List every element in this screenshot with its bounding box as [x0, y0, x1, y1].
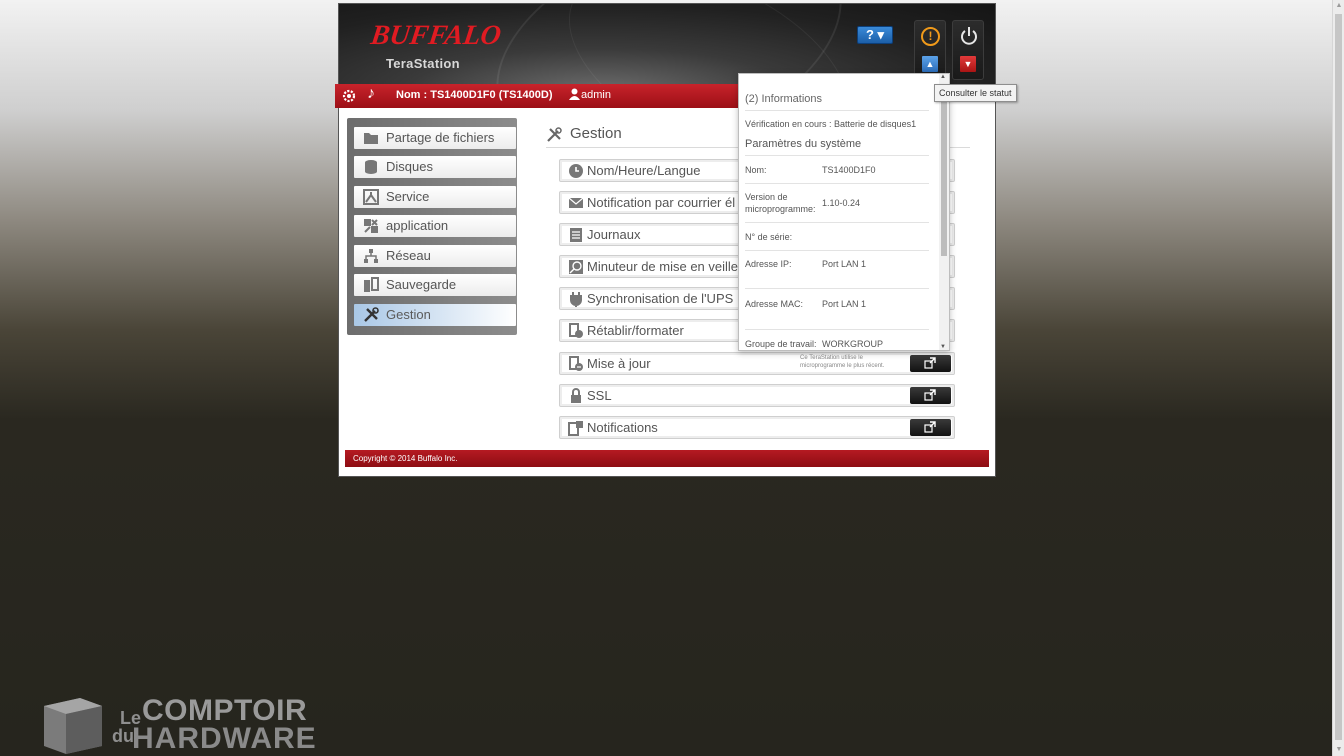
- info-key-mac: Adresse MAC:: [745, 299, 804, 309]
- top-bar: ♪ Nom : TS1400D1F0 (TS1400D) admin: [335, 84, 755, 108]
- menu-item-label: Synchronisation de l'UPS: [587, 291, 734, 306]
- sidebar-item-service[interactable]: Service: [354, 186, 516, 208]
- menu-item-label: Notifications: [587, 420, 658, 435]
- page-scrollbar[interactable]: ▲ ▼: [1332, 0, 1344, 756]
- music-note-icon[interactable]: ♪: [367, 85, 375, 103]
- info-key-workgroup: Groupe de travail:: [745, 339, 817, 349]
- device-name: Nom : TS1400D1F0 (TS1400D): [396, 89, 553, 101]
- sidebar-item-label: Service: [386, 189, 430, 204]
- sidebar-item-label: Disques: [386, 159, 433, 174]
- menu-item-label: Notification par courrier él: [587, 195, 736, 210]
- sidebar-item-label: Gestion: [386, 307, 431, 322]
- lock-icon: [571, 388, 581, 403]
- sleep-timer-icon: [569, 260, 583, 274]
- scroll-down-arrow[interactable]: ▼: [1335, 746, 1343, 754]
- sidebar-item-application[interactable]: application: [354, 215, 516, 237]
- external-link-icon: [924, 389, 936, 401]
- notification-icon: [568, 421, 583, 436]
- header: BUFFALO TeraStation ? ▾ ! ▲ ▼: [339, 4, 995, 84]
- sidebar-item-network[interactable]: Réseau: [354, 245, 516, 267]
- info-key-serial: N° de série:: [745, 232, 793, 242]
- network-icon: [364, 249, 378, 263]
- popup-scroll-up[interactable]: ▲: [940, 74, 946, 80]
- user-menu[interactable]: admin: [569, 88, 611, 101]
- settings-gear-icon[interactable]: [341, 88, 357, 104]
- menu-item-label: Mise à jour: [587, 356, 651, 371]
- scroll-up-arrow[interactable]: ▲: [1335, 2, 1343, 10]
- sidebar-item-management[interactable]: Gestion: [354, 304, 516, 326]
- update-icon: [569, 356, 583, 371]
- brand-logo: BUFFALO: [368, 20, 503, 51]
- menu-item-label: SSL: [587, 388, 612, 403]
- menu-item-label: Minuteur de mise en veille: [587, 259, 739, 274]
- cube-logo-icon: [44, 698, 102, 754]
- user-name: admin: [581, 89, 611, 101]
- info-value-workgroup: WORKGROUP: [822, 339, 884, 349]
- application-icon: [364, 219, 378, 233]
- folder-icon: [364, 133, 378, 144]
- log-icon: [570, 228, 582, 242]
- menu-item-update[interactable]: Mise à jour Ce TeraStation utilise le mi…: [559, 352, 955, 375]
- sidebar-item-file-sharing[interactable]: Partage de fichiers: [354, 127, 516, 149]
- popup-heading: (2) Informations: [745, 93, 823, 105]
- external-link-icon: [924, 357, 936, 369]
- sidebar-item-label: Sauvegarde: [386, 277, 457, 292]
- page-title-text: Gestion: [570, 125, 622, 142]
- plug-icon: [570, 292, 582, 307]
- status-up-button[interactable]: ▲: [922, 56, 938, 72]
- watermark-hardware: HARDWARE: [132, 722, 317, 755]
- popup-scroll-thumb[interactable]: [941, 86, 947, 256]
- popup-scrollbar[interactable]: ▲ ▼: [939, 74, 949, 350]
- sidebar-item-label: Réseau: [386, 248, 431, 263]
- update-status-note: Ce TeraStation utilise le microprogramme…: [800, 355, 885, 369]
- tools-icon: [364, 307, 379, 322]
- service-icon: [363, 189, 379, 205]
- restore-icon: [569, 323, 583, 338]
- info-key-name: Nom:: [745, 165, 767, 175]
- sidebar: Partage de fichiers Disques Service appl…: [347, 118, 517, 335]
- watermark-du: du: [112, 726, 134, 746]
- popup-check-status: Vérification en cours : Batterie de disq…: [745, 119, 917, 129]
- watermark-logo: Le du COMPTOIR HARDWARE: [40, 694, 340, 756]
- status-popup: ▲ ▼ (2) Informations Vérification en cou…: [738, 73, 950, 351]
- info-value-mac: Port LAN 1: [822, 299, 867, 309]
- menu-item-label: Journaux: [587, 227, 641, 242]
- clock-icon: [569, 164, 583, 178]
- sidebar-item-backup[interactable]: Sauvegarde: [354, 274, 516, 296]
- sidebar-item-disks[interactable]: Disques: [354, 156, 516, 178]
- menu-item-label: Rétablir/formater: [587, 323, 684, 338]
- tools-icon: [547, 127, 562, 142]
- sidebar-item-label: Partage de fichiers: [386, 130, 495, 145]
- status-tooltip: Consulter le statut: [934, 84, 1017, 102]
- backup-icon: [364, 277, 379, 292]
- disk-icon: [365, 160, 377, 174]
- status-tile: ! ▲: [914, 20, 946, 80]
- popup-scroll-down[interactable]: ▼: [940, 344, 946, 350]
- power-icon[interactable]: [958, 25, 980, 47]
- update-open-button[interactable]: [910, 355, 951, 372]
- mail-icon: [568, 197, 584, 208]
- ssl-open-button[interactable]: [910, 387, 951, 404]
- footer: Copyright © 2014 Buffalo Inc.: [345, 450, 989, 467]
- info-value-ip: Port LAN 1: [822, 259, 867, 269]
- info-value-firmware: 1.10-0.24: [822, 198, 861, 208]
- info-value-name: TS1400D1F0: [822, 165, 876, 175]
- product-name: TeraStation: [386, 56, 460, 71]
- menu-item-ssl[interactable]: SSL: [559, 384, 955, 407]
- sidebar-item-label: application: [386, 218, 449, 233]
- user-icon: [569, 88, 580, 100]
- notifications-open-button[interactable]: [910, 419, 951, 436]
- scroll-thumb[interactable]: [1335, 14, 1342, 740]
- menu-item-label: Nom/Heure/Langue: [587, 163, 701, 178]
- popup-section-title: Paramètres du système: [745, 138, 862, 150]
- menu-item-notifications[interactable]: Notifications: [559, 416, 955, 439]
- power-tile: ▼: [952, 20, 984, 80]
- power-down-button[interactable]: ▼: [960, 56, 976, 72]
- info-key-ip: Adresse IP:: [745, 259, 792, 269]
- info-key-firmware: Version de microprogramme:: [745, 192, 816, 214]
- external-link-icon: [924, 421, 936, 433]
- warning-icon[interactable]: !: [921, 27, 940, 46]
- help-button[interactable]: ? ▾: [857, 26, 893, 44]
